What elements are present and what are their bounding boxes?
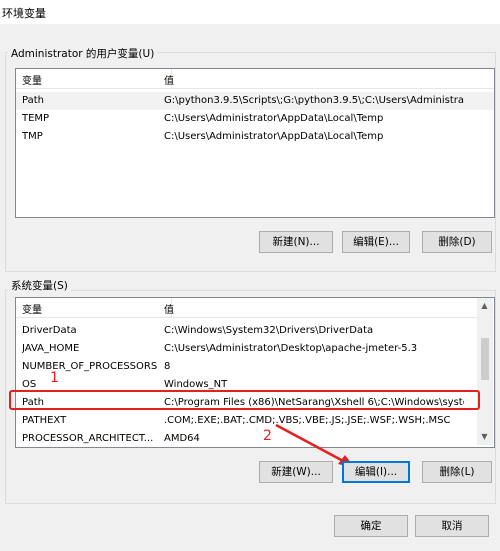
ok-button[interactable]: 确定 [334, 515, 408, 537]
system-delete-button[interactable]: 删除(L) [422, 461, 492, 483]
system-edit-button[interactable]: 编辑(I)... [342, 461, 410, 483]
cancel-button[interactable]: 取消 [415, 515, 489, 537]
system-new-button[interactable]: 新建(W)... [259, 461, 333, 483]
